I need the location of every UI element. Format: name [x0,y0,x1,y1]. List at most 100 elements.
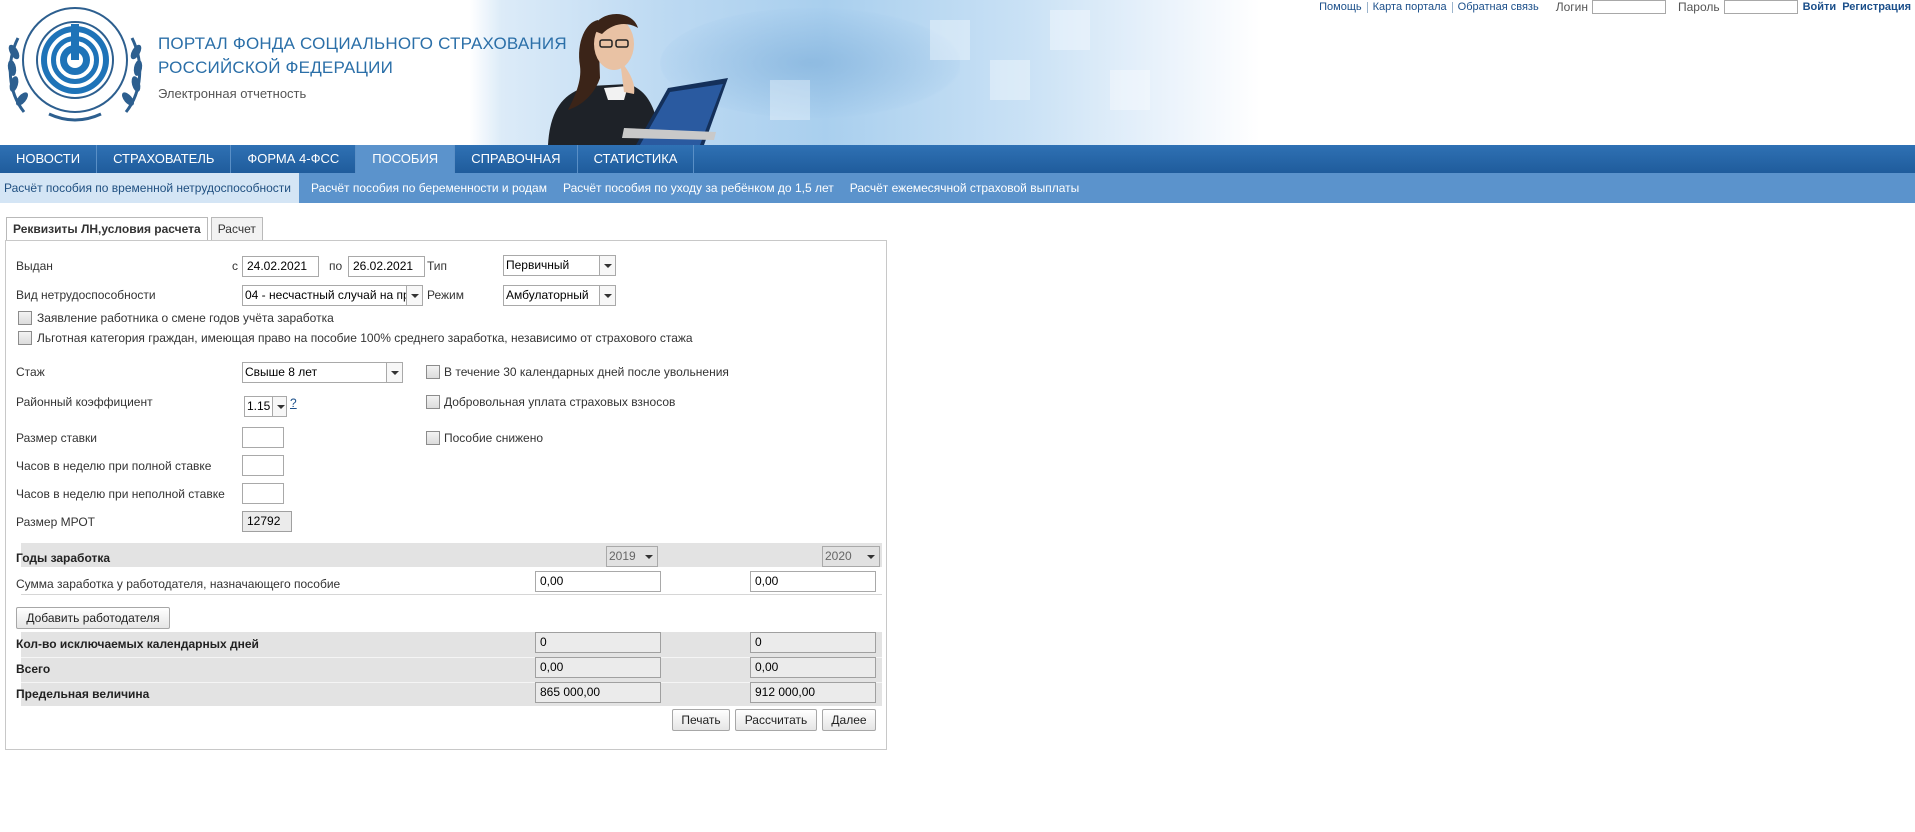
from-label: с [232,259,238,273]
subnav-item-maternity[interactable]: Расчёт пособия по беременности и родам [303,173,555,203]
year1-select[interactable]: 2019 [606,546,658,567]
full-hours-label: Часов в неделю при полной ставке [16,459,212,473]
top-links-bar: Помощь Карта портала Обратная связь Логи… [1314,0,1911,14]
help-link[interactable]: Помощь [1314,1,1367,13]
voluntary-payment-checkbox[interactable] [426,395,440,409]
earnings-sum-label: Сумма заработка у работодателя, назначаю… [16,577,341,591]
limit-2020: 912 000,00 [750,682,876,703]
benefit-reduced-label: Пособие снижено [444,431,544,445]
sitemap-link[interactable]: Карта портала [1368,1,1452,13]
nav-item-form-4fss[interactable]: ФОРМА 4-ФСС [231,145,357,173]
experience-select-value: Свыше 8 лет [245,365,318,379]
mode-select[interactable]: Амбулаторный [503,285,616,306]
earnings-sum-2019-input[interactable]: 0,00 [535,571,661,592]
banner-tile [930,20,970,60]
after-dismissal-checkbox[interactable] [426,365,440,379]
regional-coef-select[interactable]: 1.15 [244,396,287,417]
portal-title-line2: РОССИЙСКОЙ ФЕДЕРАЦИИ [158,58,394,77]
limit-2019: 865 000,00 [535,682,661,703]
part-hours-input[interactable] [242,483,284,504]
rate-input[interactable] [242,427,284,448]
type-label: Тип [427,259,448,273]
years-change-label: Заявление работника о смене годов учёта … [37,311,334,325]
row-divider [21,594,882,595]
signin-link[interactable]: Войти [1798,1,1837,13]
print-button[interactable]: Печать [672,709,730,731]
total-label: Всего [16,662,51,676]
experience-select[interactable]: Свыше 8 лет [242,362,403,383]
date-to-input[interactable]: 26.02.2021 [348,256,425,277]
mode-select-value: Амбулаторный [506,288,589,302]
help-question-link[interactable]: ? [290,396,297,410]
limit-label: Предельная величина [16,687,150,701]
tab-calculation[interactable]: Расчет [210,217,263,240]
subnav-item-monthly-payment[interactable]: Расчёт ежемесячной страховой выплаты [842,173,1088,203]
login-label: Логин [1555,0,1588,14]
form-panel: Выдан с 24.02.2021 по 26.02.2021 Тип Пер… [5,240,887,750]
regional-coef-label: Районный коэффициент [16,395,153,409]
disability-select[interactable]: 04 - несчастный случай на пр [242,285,423,306]
privileged-label: Льготная категория граждан, имеющая прав… [37,331,693,345]
year2-select[interactable]: 2020 [822,546,880,567]
privileged-checkbox[interactable] [18,331,32,345]
years-header-bar [21,543,882,567]
password-input[interactable] [1723,0,1798,14]
issued-label: Выдан [16,259,53,273]
nav-item-insurer[interactable]: СТРАХОВАТЕЛЬ [97,145,232,173]
banner-tile [770,80,810,120]
subnav-item-childcare[interactable]: Расчёт пособия по уходу за ребёнком до 1… [555,173,842,203]
banner-tile [1110,70,1150,110]
chevron-down-icon[interactable] [599,256,615,275]
total-2020: 0,00 [750,657,876,678]
type-select[interactable]: Первичный [503,255,616,276]
to-label: по [329,259,343,273]
date-from-input[interactable]: 24.02.2021 [242,256,319,277]
tab-requisites[interactable]: Реквизиты ЛН,условия расчета [6,217,208,241]
part-hours-label: Часов в неделю при неполной ставке [16,487,225,501]
nav-item-benefits[interactable]: ПОСОБИЯ [356,145,456,173]
benefit-reduced-checkbox[interactable] [426,431,440,445]
year1-value: 2019 [609,549,636,563]
regional-coef-value: 1.15 [247,399,271,413]
experience-label: Стаж [16,365,45,379]
chevron-down-icon[interactable] [641,547,657,566]
nav-item-news[interactable]: НОВОСТИ [0,145,98,173]
type-select-value: Первичный [506,258,570,272]
calculate-button[interactable]: Рассчитать [735,709,817,731]
excluded-days-label: Кол-во исключаемых календарных дней [16,637,259,651]
feedback-link[interactable]: Обратная связь [1453,1,1544,13]
nav-item-statistics[interactable]: СТАТИСТИКА [578,145,695,173]
register-link[interactable]: Регистрация [1836,1,1911,13]
nav-item-reference[interactable]: СПРАВОЧНАЯ [455,145,578,173]
portal-title: ПОРТАЛ ФОНДА СОЦИАЛЬНОГО СТРАХОВАНИЯ РОС… [158,32,567,80]
chevron-down-icon[interactable] [599,286,615,305]
sub-nav: Расчёт пособия по временной нетрудоспосо… [0,173,1915,203]
banner-tile [1050,10,1090,50]
disability-select-value: 04 - несчастный случай на пр [245,288,410,302]
full-hours-input[interactable] [242,455,284,476]
next-button[interactable]: Далее [822,709,876,731]
portal-subtitle: Электронная отчетность [158,86,307,101]
add-employer-button[interactable]: Добавить работодателя [16,607,170,629]
banner-tile [990,60,1030,100]
total-2019: 0,00 [535,657,661,678]
chevron-down-icon[interactable] [386,363,402,382]
rate-label: Размер ставки [16,431,97,445]
mrot-value: 12792 [242,511,292,532]
after-dismissal-label: В течение 30 календарных дней после увол… [444,365,729,379]
years-change-checkbox[interactable] [18,311,32,325]
years-label: Годы заработка [16,551,111,565]
portal-title-line1: ПОРТАЛ ФОНДА СОЦИАЛЬНОГО СТРАХОВАНИЯ [158,34,567,53]
year2-value: 2020 [825,549,852,563]
excluded-days-2019: 0 [535,632,661,653]
disability-label: Вид нетрудоспособности [16,288,156,302]
earnings-sum-2020-input[interactable]: 0,00 [750,571,876,592]
chevron-down-icon[interactable] [863,547,879,566]
chevron-down-icon[interactable] [406,286,422,305]
form-tabs: Реквизиты ЛН,условия расчета Расчет [6,217,266,241]
chevron-down-icon[interactable] [272,397,286,416]
password-label: Пароль [1677,0,1720,14]
mode-label: Режим [427,288,464,302]
subnav-item-temporary-disability[interactable]: Расчёт пособия по временной нетрудоспосо… [0,173,299,203]
login-input[interactable] [1591,0,1666,14]
